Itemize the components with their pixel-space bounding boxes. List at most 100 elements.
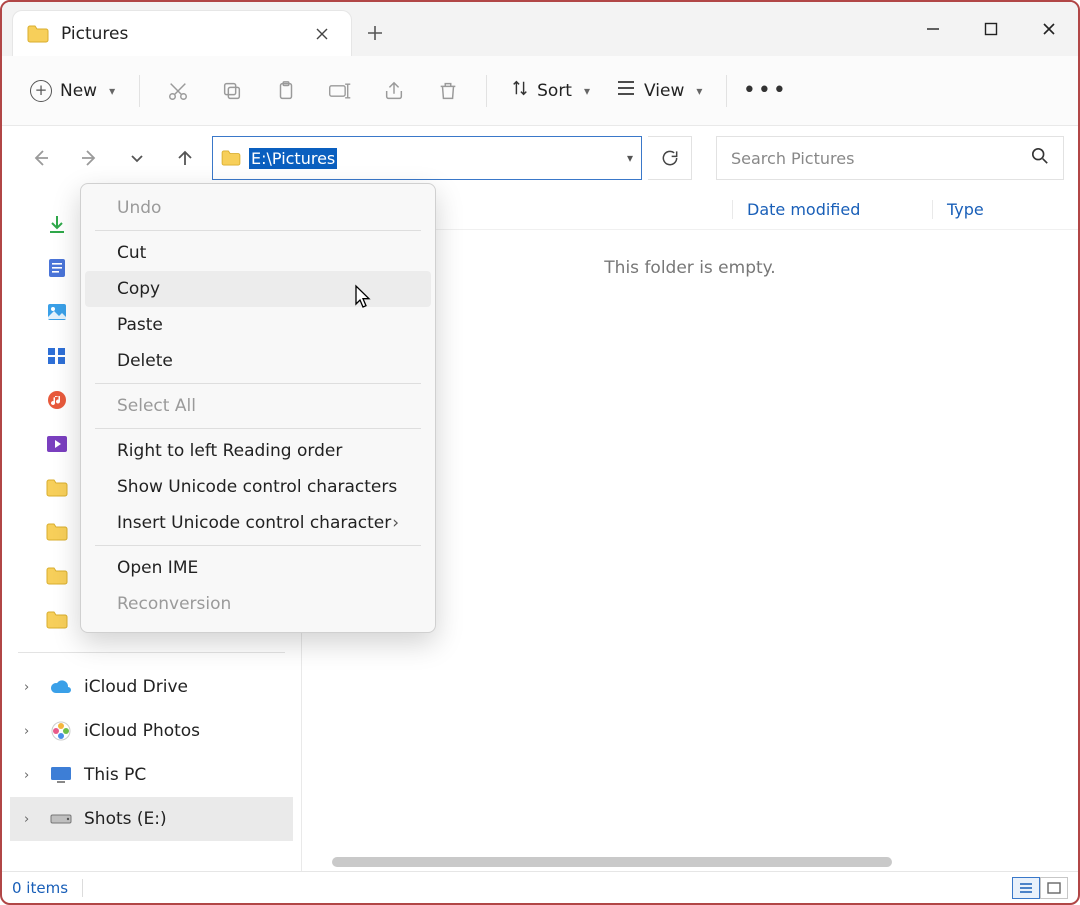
close-window-button[interactable] xyxy=(1020,2,1078,56)
chevron-down-icon: ▾ xyxy=(584,84,590,98)
tiles-icon xyxy=(46,345,68,367)
sidebar-item-label: iCloud Photos xyxy=(84,721,200,741)
sidebar-item-shots-e[interactable]: › Shots (E:) xyxy=(10,797,293,841)
sort-icon xyxy=(511,79,529,102)
sort-button[interactable]: Sort ▾ xyxy=(503,71,598,111)
address-path-selected[interactable]: E:\Pictures xyxy=(249,148,337,169)
chevron-right-icon[interactable]: › xyxy=(24,724,29,739)
folder-icon xyxy=(46,477,68,499)
column-header-date-modified[interactable]: Date modified xyxy=(732,200,932,219)
plus-circle-icon: + xyxy=(30,80,52,102)
tab-close-button[interactable] xyxy=(307,19,337,49)
up-button[interactable] xyxy=(164,137,206,179)
ctx-undo: Undo xyxy=(85,190,431,226)
minimize-button[interactable] xyxy=(904,2,962,56)
toolbar-separator xyxy=(726,75,727,107)
ctx-open-ime[interactable]: Open IME xyxy=(85,550,431,586)
delete-button[interactable] xyxy=(426,71,470,111)
new-button-label: New xyxy=(60,81,97,101)
document-icon xyxy=(46,257,68,279)
search-icon xyxy=(1031,147,1049,169)
address-bar[interactable]: E:\Pictures ▾ xyxy=(212,136,642,180)
folder-icon xyxy=(221,150,241,166)
sidebar-item-icloud-photos[interactable]: › iCloud Photos xyxy=(10,709,293,753)
music-icon xyxy=(46,389,68,411)
window-controls xyxy=(904,2,1078,56)
thumbnails-view-button[interactable] xyxy=(1040,877,1068,899)
folder-icon xyxy=(46,609,68,631)
ctx-separator xyxy=(95,230,421,231)
tab-title: Pictures xyxy=(61,24,295,44)
ctx-copy[interactable]: Copy xyxy=(85,271,431,307)
chevron-right-icon[interactable]: › xyxy=(24,812,29,827)
video-icon xyxy=(46,433,68,455)
folder-icon xyxy=(46,521,68,543)
ctx-reconversion: Reconversion xyxy=(85,586,431,622)
ctx-select-all: Select All xyxy=(85,388,431,424)
command-toolbar: + New ▾ Sort ▾ View ▾ ••• xyxy=(2,56,1078,126)
sidebar-item-label: Shots (E:) xyxy=(84,809,167,829)
chevron-down-icon: ▾ xyxy=(109,84,115,98)
view-button[interactable]: View ▾ xyxy=(608,71,710,111)
list-icon xyxy=(616,80,636,101)
status-separator xyxy=(82,879,83,897)
ctx-rtl[interactable]: Right to left Reading order xyxy=(85,433,431,469)
cloud-icon xyxy=(50,676,72,698)
chevron-down-icon: ▾ xyxy=(696,84,702,98)
column-header-type[interactable]: Type xyxy=(932,200,984,219)
chevron-right-icon[interactable]: › xyxy=(24,680,29,695)
back-button[interactable] xyxy=(20,137,62,179)
toolbar-separator xyxy=(486,75,487,107)
status-bar: 0 items xyxy=(2,871,1078,903)
sort-button-label: Sort xyxy=(537,81,572,101)
search-input[interactable]: Search Pictures xyxy=(716,136,1064,180)
chevron-right-icon: › xyxy=(392,513,399,533)
refresh-button[interactable] xyxy=(648,136,692,180)
ctx-cut[interactable]: Cut xyxy=(85,235,431,271)
file-explorer-window: Pictures + New ▾ Sort xyxy=(0,0,1080,905)
pictures-icon xyxy=(46,301,68,323)
drive-icon xyxy=(50,808,72,830)
maximize-button[interactable] xyxy=(962,2,1020,56)
copy-button[interactable] xyxy=(210,71,254,111)
download-icon xyxy=(46,213,68,235)
more-button[interactable]: ••• xyxy=(743,71,787,111)
search-placeholder: Search Pictures xyxy=(731,149,854,168)
sidebar-item-label: This PC xyxy=(84,765,146,785)
chevron-right-icon[interactable]: › xyxy=(24,768,29,783)
address-dropdown-button[interactable]: ▾ xyxy=(627,151,633,165)
ctx-paste[interactable]: Paste xyxy=(85,307,431,343)
ctx-insert-unicode[interactable]: Insert Unicode control character › xyxy=(85,505,431,541)
view-mode-toggle xyxy=(1012,877,1068,899)
sidebar-item-icloud-drive[interactable]: › iCloud Drive xyxy=(10,665,293,709)
cut-button[interactable] xyxy=(156,71,200,111)
address-context-menu: Undo Cut Copy Paste Delete Select All Ri… xyxy=(80,183,436,633)
sidebar-item-this-pc[interactable]: › This PC xyxy=(10,753,293,797)
sidebar-item-label: iCloud Drive xyxy=(84,677,188,697)
toolbar-separator xyxy=(139,75,140,107)
paste-button[interactable] xyxy=(264,71,308,111)
folder-icon xyxy=(27,25,49,43)
details-view-button[interactable] xyxy=(1012,877,1040,899)
ctx-separator xyxy=(95,383,421,384)
share-button[interactable] xyxy=(372,71,416,111)
content-horizontal-scrollbar[interactable] xyxy=(332,857,892,867)
address-bar-row: E:\Pictures ▾ Search Pictures xyxy=(2,126,1078,190)
folder-icon xyxy=(46,565,68,587)
rename-button[interactable] xyxy=(318,71,362,111)
ctx-show-unicode[interactable]: Show Unicode control characters xyxy=(85,469,431,505)
recent-locations-button[interactable] xyxy=(116,137,158,179)
titlebar: Pictures xyxy=(2,2,1078,56)
sidebar-separator xyxy=(18,652,285,653)
tab-pictures[interactable]: Pictures xyxy=(12,10,352,56)
monitor-icon xyxy=(50,764,72,786)
ctx-separator xyxy=(95,428,421,429)
photos-icon xyxy=(50,720,72,742)
ctx-delete[interactable]: Delete xyxy=(85,343,431,379)
item-count: 0 items xyxy=(12,879,68,897)
forward-button[interactable] xyxy=(68,137,110,179)
new-button[interactable]: + New ▾ xyxy=(22,71,123,111)
new-tab-button[interactable] xyxy=(352,10,398,56)
view-button-label: View xyxy=(644,81,684,101)
ctx-separator xyxy=(95,545,421,546)
